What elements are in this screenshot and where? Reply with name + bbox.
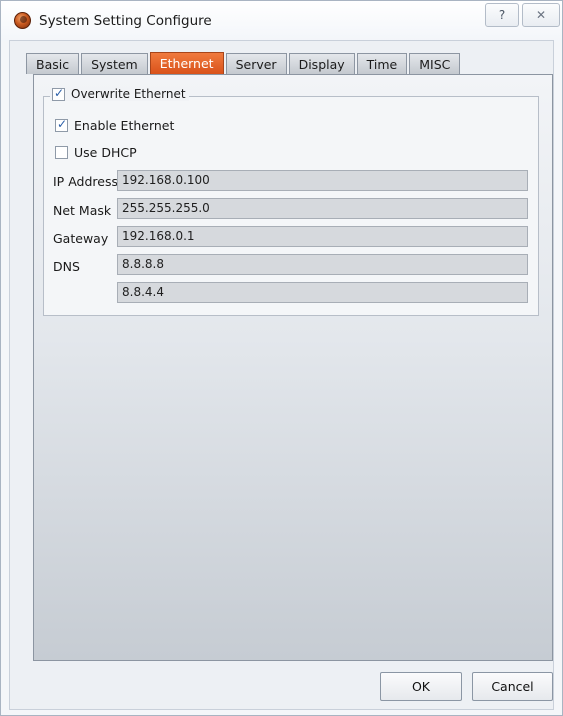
tab-misc[interactable]: MISC: [409, 53, 461, 74]
dns-label: DNS: [53, 259, 80, 274]
enable-ethernet-checkbox[interactable]: Enable Ethernet: [55, 117, 175, 133]
overwrite-ethernet-checkbox[interactable]: Overwrite Ethernet: [50, 86, 189, 101]
enable-ethernet-check-icon[interactable]: [55, 117, 68, 132]
use-dhcp-label: Use DHCP: [74, 145, 137, 160]
enable-ethernet-label: Enable Ethernet: [74, 118, 175, 133]
tab-system[interactable]: System: [81, 53, 148, 74]
gateway-field[interactable]: 192.168.0.1: [117, 226, 528, 247]
tab-ethernet[interactable]: Ethernet: [149, 52, 224, 74]
tab-display[interactable]: Display: [288, 53, 355, 74]
overwrite-ethernet-check-icon[interactable]: [52, 86, 65, 101]
dns-primary-field[interactable]: 8.8.8.8: [117, 254, 528, 275]
overwrite-ethernet-label: Overwrite Ethernet: [71, 87, 186, 101]
net-mask-field[interactable]: 255.255.255.0: [117, 198, 528, 219]
cancel-button[interactable]: Cancel: [472, 672, 553, 701]
app-logo-icon: [14, 12, 31, 29]
use-dhcp-check-icon[interactable]: [55, 146, 68, 159]
title-bar[interactable]: System Setting Configure ? ✕: [1, 1, 562, 41]
ok-button[interactable]: OK: [380, 672, 462, 701]
tab-bar: Basic System Ethernet Server Display Tim…: [26, 52, 462, 74]
close-icon: ✕: [535, 8, 547, 22]
net-mask-label: Net Mask: [53, 203, 112, 218]
use-dhcp-checkbox[interactable]: Use DHCP: [55, 145, 137, 160]
help-icon: ?: [498, 8, 506, 22]
tab-server[interactable]: Server: [225, 53, 287, 74]
help-button[interactable]: ?: [485, 3, 519, 27]
ip-address-label: IP Address: [53, 174, 118, 189]
ip-address-field[interactable]: 192.168.0.100: [117, 170, 528, 191]
close-button[interactable]: ✕: [522, 3, 560, 27]
dns-secondary-field[interactable]: 8.8.4.4: [117, 282, 528, 303]
gateway-label: Gateway: [53, 231, 109, 246]
window-title: System Setting Configure: [39, 13, 212, 29]
tab-time[interactable]: Time: [356, 53, 408, 74]
tab-basic[interactable]: Basic: [26, 53, 80, 74]
